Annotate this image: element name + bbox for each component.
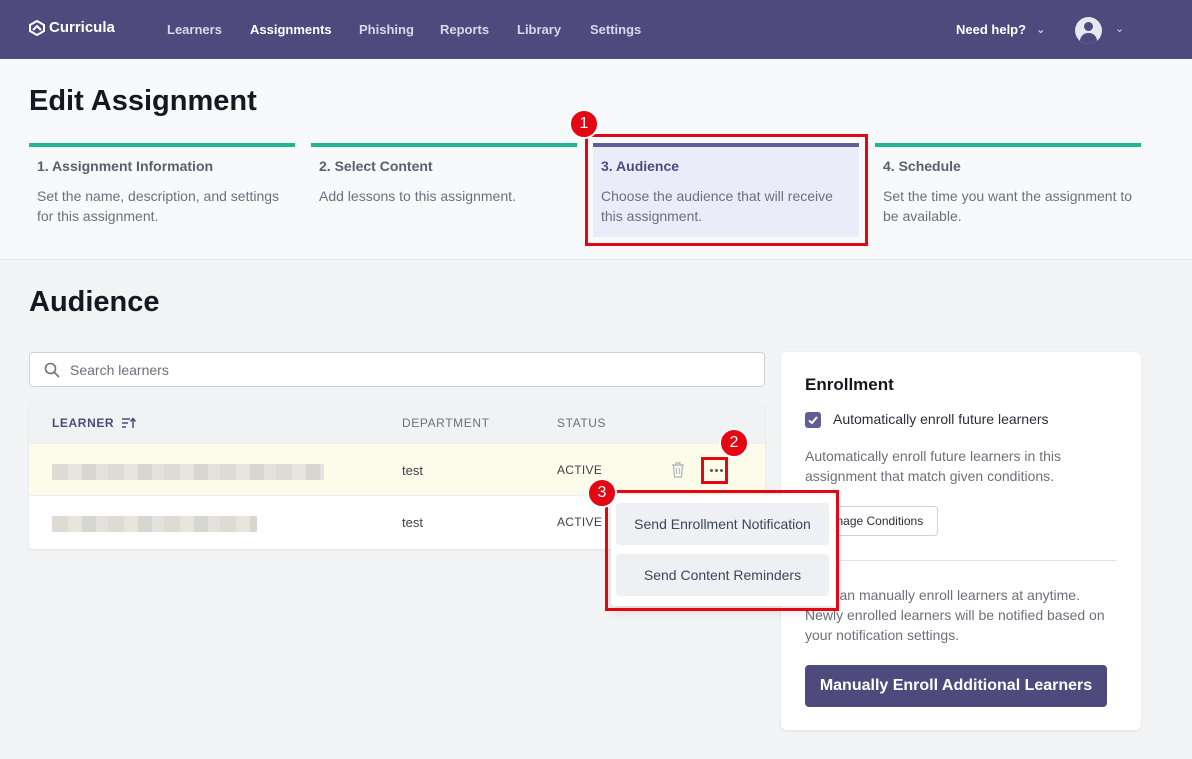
nav-learners[interactable]: Learners [167,22,222,37]
page-title: Edit Assignment [29,85,257,117]
status-cell: ACTIVE [557,515,603,529]
step-assignment-information[interactable]: 1. Assignment Information Set the name, … [29,143,295,237]
chevron-down-icon[interactable]: ⌄ [1115,22,1124,35]
annotation-badge-2: 2 [719,428,749,458]
column-department[interactable]: DEPARTMENT [402,416,490,430]
step-description: Set the name, description, and settings … [37,188,280,224]
user-icon-head [1084,22,1093,31]
help-menu[interactable]: Need help? ⌄ [956,22,1045,37]
table-row[interactable]: test ACTIVE [29,443,765,495]
step-description: Set the time you want the assignment to … [883,188,1133,224]
auto-enroll-label: Automatically enroll future learners [833,411,1049,427]
annotation-box-1 [585,134,868,246]
logo-text: Curricula [49,19,115,36]
step-select-content[interactable]: 2. Select Content Add lessons to this as… [311,143,577,237]
step-progress-bar [29,143,295,147]
manual-enroll-description: You can manually enroll learners at anyt… [805,587,1105,643]
nav-assignments[interactable]: Assignments [250,22,332,37]
search-icon [44,362,60,378]
nav-phishing[interactable]: Phishing [359,22,414,37]
step-title: 1. Assignment Information [37,158,214,174]
department-cell: test [402,463,423,478]
annotation-badge-1: 1 [569,109,599,139]
sort-icon [122,417,137,428]
logo[interactable]: Curricula [29,19,115,36]
step-progress-bar [875,143,1141,147]
column-learner[interactable]: LEARNER [52,416,137,430]
top-nav: Curricula Learners Assignments Phishing … [0,0,1192,59]
auto-enroll-checkbox[interactable] [805,412,821,428]
check-icon [808,416,818,425]
learner-name-redacted [52,464,324,480]
annotation-badge-3: 3 [587,478,617,508]
help-label: Need help? [956,22,1027,37]
divider [805,560,1117,561]
learner-name-redacted [52,516,257,532]
card-title: Enrollment [805,375,894,394]
nav-settings[interactable]: Settings [590,22,641,37]
nav-library[interactable]: Library [517,22,561,37]
section-title: Audience [29,286,160,318]
user-icon-body [1080,33,1097,44]
annotation-box-2 [701,457,728,484]
step-progress-bar [311,143,577,147]
search-input[interactable]: Search learners [29,352,765,387]
curricula-logo-icon [29,19,45,36]
column-status[interactable]: STATUS [557,416,606,430]
avatar[interactable] [1075,17,1102,44]
search-placeholder: Search learners [70,361,169,378]
step-description: Add lessons to this assignment. [319,188,516,204]
department-cell: test [402,515,423,530]
table-header: LEARNER DEPARTMENT STATUS [29,403,765,443]
manually-enroll-button[interactable]: Manually Enroll Additional Learners [805,665,1107,707]
chevron-down-icon: ⌄ [1036,24,1046,36]
column-label: LEARNER [52,416,115,430]
step-title: 2. Select Content [319,158,433,174]
trash-icon[interactable] [670,461,686,479]
step-title: 4. Schedule [883,158,961,174]
nav-reports[interactable]: Reports [440,22,489,37]
status-cell: ACTIVE [557,463,603,477]
step-schedule[interactable]: 4. Schedule Set the time you want the as… [875,143,1141,237]
annotation-box-3 [605,490,839,611]
auto-enroll-description: Automatically enroll future learners in … [805,448,1062,484]
